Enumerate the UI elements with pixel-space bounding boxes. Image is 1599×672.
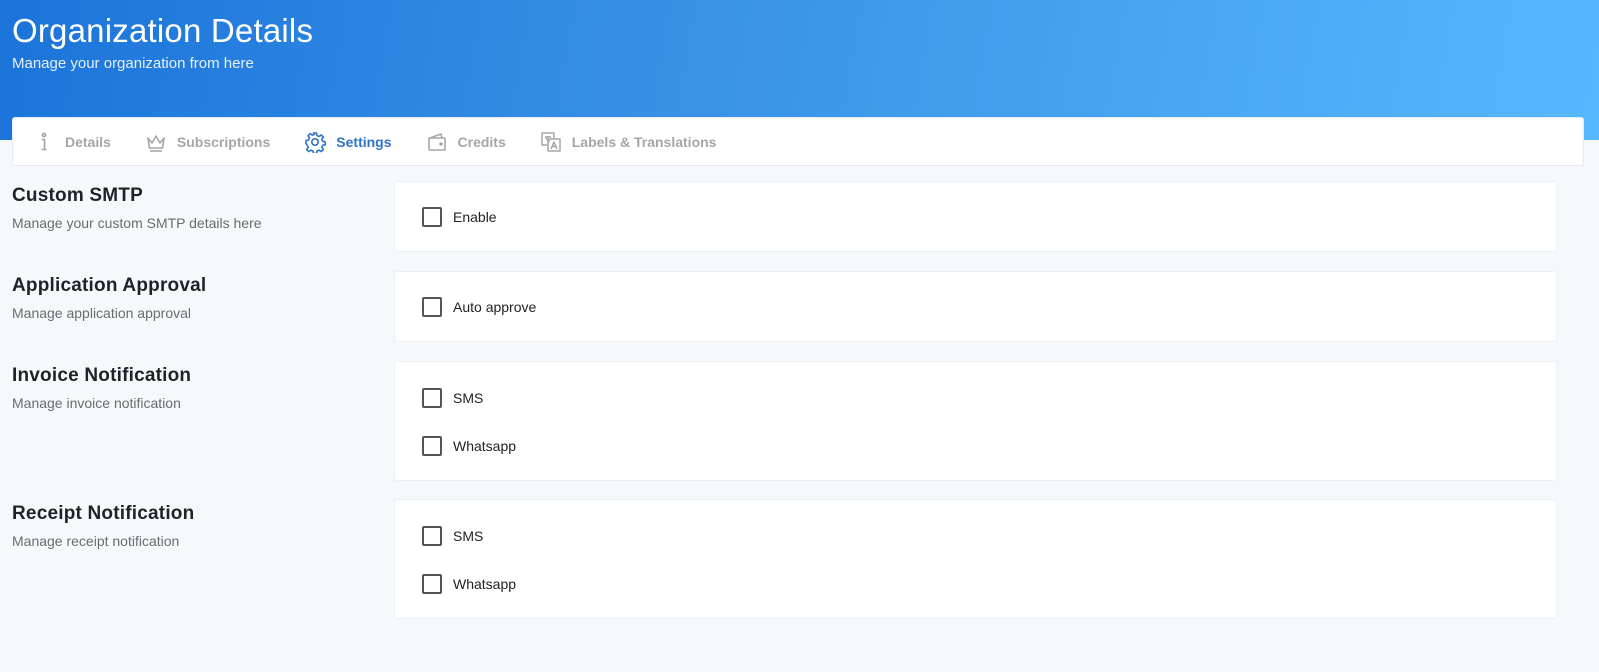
tab-label: Settings bbox=[336, 133, 392, 150]
invoice-whatsapp-option[interactable]: Whatsapp bbox=[422, 436, 516, 456]
crown-icon bbox=[145, 131, 167, 153]
receipt-card: SMS Whatsapp bbox=[394, 499, 1557, 619]
section-description: Manage invoice notification bbox=[12, 395, 181, 411]
wallet-icon bbox=[426, 131, 448, 153]
translate-icon bbox=[540, 131, 562, 153]
tab-label: Labels & Translations bbox=[571, 133, 717, 150]
section-description: Manage application approval bbox=[12, 305, 192, 321]
receipt-whatsapp-option[interactable]: Whatsapp bbox=[422, 574, 516, 594]
section-title: Custom SMTP bbox=[12, 185, 143, 206]
invoice-sms-option[interactable]: SMS bbox=[422, 388, 483, 408]
smtp-enable-checkbox[interactable] bbox=[422, 207, 442, 227]
checkbox-label: Whatsapp bbox=[453, 576, 517, 592]
section-title: Receipt Notification bbox=[12, 503, 195, 524]
section-title: Invoice Notification bbox=[12, 365, 192, 386]
page-subtitle: Manage your organization from here bbox=[12, 55, 254, 72]
receipt-sms-option[interactable]: SMS bbox=[422, 526, 483, 546]
receipt-sms-checkbox[interactable] bbox=[422, 526, 442, 546]
section-description: Manage receipt notification bbox=[12, 533, 180, 549]
smtp-enable-option[interactable]: Enable bbox=[422, 207, 497, 227]
section-description: Manage your custom SMTP details here bbox=[12, 215, 262, 231]
checkbox-label: Whatsapp bbox=[453, 438, 517, 454]
checkbox-label: Enable bbox=[453, 209, 497, 225]
auto-approve-option[interactable]: Auto approve bbox=[422, 297, 536, 317]
invoice-card: SMS Whatsapp bbox=[394, 361, 1557, 481]
checkbox-label: Auto approve bbox=[453, 299, 537, 315]
tab-label: Subscriptions bbox=[176, 133, 271, 150]
tab-settings[interactable]: Settings bbox=[304, 118, 392, 165]
tab-credits[interactable]: Credits bbox=[426, 118, 506, 165]
info-icon bbox=[33, 131, 55, 153]
checkbox-label: SMS bbox=[453, 528, 484, 544]
smtp-card: Enable bbox=[394, 181, 1557, 252]
auto-approve-checkbox[interactable] bbox=[422, 297, 442, 317]
page-title: Organization Details bbox=[12, 12, 314, 49]
tab-bar: Details Subscriptions Settings Credits L… bbox=[12, 117, 1584, 166]
invoice-sms-checkbox[interactable] bbox=[422, 388, 442, 408]
gear-icon bbox=[304, 131, 327, 153]
tab-label: Details bbox=[65, 133, 111, 150]
tab-labels-translations[interactable]: Labels & Translations bbox=[540, 118, 717, 165]
tab-subscriptions[interactable]: Subscriptions bbox=[145, 118, 270, 165]
tab-label: Credits bbox=[457, 133, 506, 150]
tab-details[interactable]: Details bbox=[33, 118, 111, 165]
approval-card: Auto approve bbox=[394, 271, 1557, 342]
section-title: Application Approval bbox=[12, 275, 207, 296]
receipt-whatsapp-checkbox[interactable] bbox=[422, 574, 442, 594]
invoice-whatsapp-checkbox[interactable] bbox=[422, 436, 442, 456]
checkbox-label: SMS bbox=[453, 390, 484, 406]
